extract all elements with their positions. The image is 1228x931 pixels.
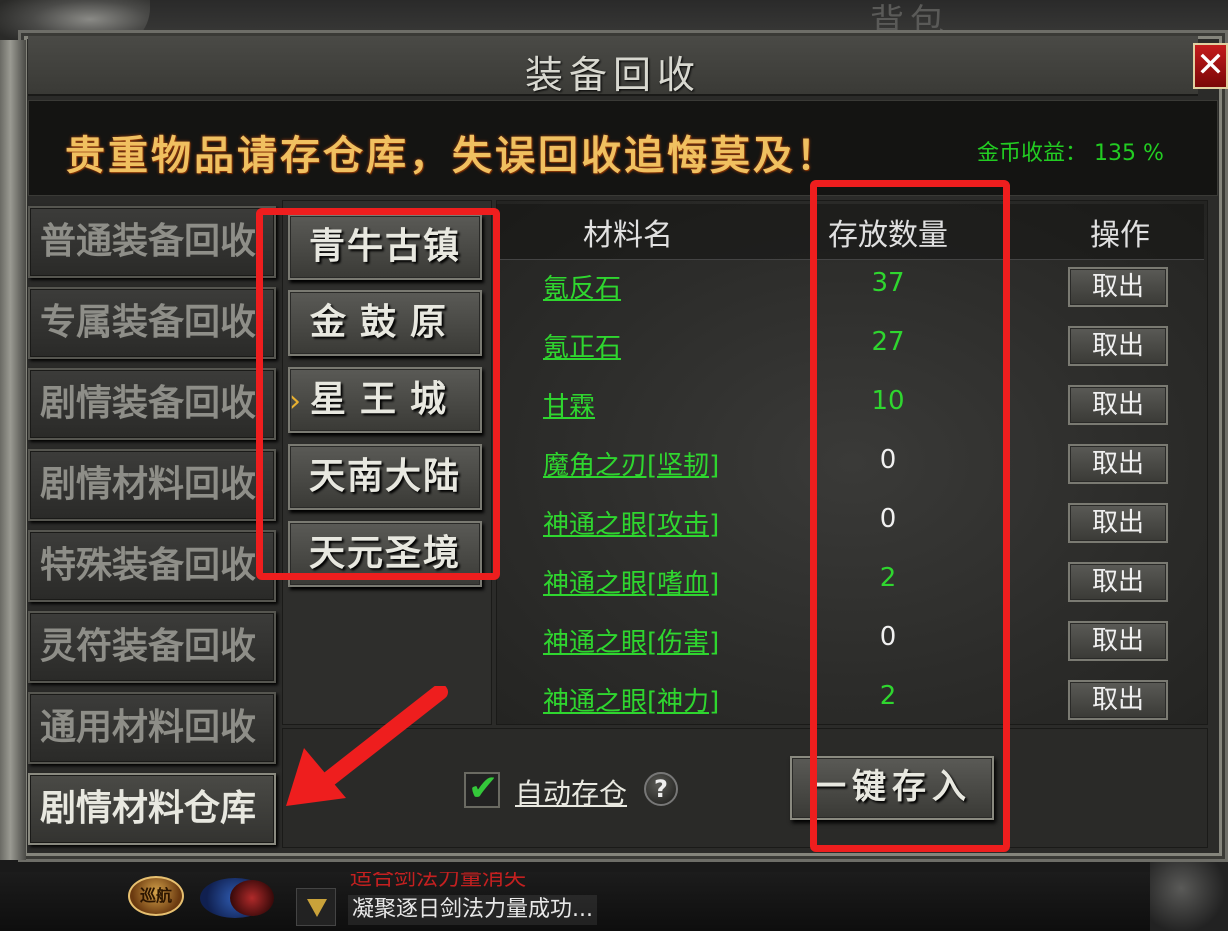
help-icon[interactable]: ? <box>644 772 678 806</box>
corner-ornament-icon <box>1150 860 1228 931</box>
material-name[interactable]: 魔角之刃[坚韧] <box>543 445 719 482</box>
health-orb-icon <box>230 880 274 916</box>
warning-text: 贵重物品请存仓库，失误回收追悔莫及！ <box>65 132 839 179</box>
take-out-button[interactable]: 取出 <box>1068 562 1168 602</box>
warning-banner: 贵重物品请存仓库，失误回收追悔莫及！ 金币收益： 135 % <box>28 100 1218 196</box>
category-tab-special-equipment[interactable]: 特殊装备回收 <box>28 530 276 602</box>
category-tab-story-material-warehouse[interactable]: 剧情材料仓库 <box>28 773 276 845</box>
auto-store-label[interactable]: 自动存仓 <box>515 772 627 812</box>
gold-income-label: 金币收益： 135 % <box>977 141 1164 166</box>
material-name[interactable]: 氪反石 <box>543 268 621 305</box>
material-name[interactable]: 神通之眼[神力] <box>543 681 719 718</box>
chat-message-previous: 适合剑法力量消失 <box>350 872 527 891</box>
material-name[interactable]: 神通之眼[嗜血] <box>543 563 719 600</box>
chat-message: 凝聚逐日剑法力量成功... <box>348 895 597 925</box>
category-tab-normal-equipment[interactable]: 普通装备回收 <box>28 206 276 278</box>
window-side-frame <box>0 40 26 860</box>
auto-cruise-button[interactable]: 巡航 <box>128 876 184 916</box>
take-out-button[interactable]: 取出 <box>1068 385 1168 425</box>
background-bottom-strip <box>0 872 1228 931</box>
category-tab-common-material[interactable]: 通用材料回收 <box>28 692 276 764</box>
checkmark-icon: ✔ <box>468 768 499 809</box>
auto-store-checkbox[interactable]: ✔ <box>464 768 500 809</box>
category-tab-talisman-equipment[interactable]: 灵符装备回收 <box>28 611 276 683</box>
material-name[interactable]: 神通之眼[伤害] <box>543 622 719 659</box>
category-tab-story-material[interactable]: 剧情材料回收 <box>28 449 276 521</box>
annotation-arrow-icon <box>286 686 448 806</box>
category-tab-story-equipment[interactable]: 剧情装备回收 <box>28 368 276 440</box>
take-out-button[interactable]: 取出 <box>1068 326 1168 366</box>
close-button[interactable]: ✕ <box>1193 43 1228 89</box>
take-out-button[interactable]: 取出 <box>1068 621 1168 661</box>
header-material-name: 材料名 <box>583 218 673 253</box>
take-out-button[interactable]: 取出 <box>1068 680 1168 720</box>
annotation-quantity-highlight <box>810 180 1010 852</box>
material-name[interactable]: 神通之眼[攻击] <box>543 504 719 541</box>
window-title: 装备回收 <box>524 53 701 97</box>
category-tab-exclusive-equipment[interactable]: 专属装备回收 <box>28 287 276 359</box>
chat-toggle-icon[interactable] <box>296 888 336 926</box>
material-name[interactable]: 氪正石 <box>543 327 621 364</box>
window-titlebar[interactable]: 装备回收 <box>28 36 1198 97</box>
annotation-region-highlight <box>256 208 500 580</box>
take-out-button[interactable]: 取出 <box>1068 444 1168 484</box>
take-out-button[interactable]: 取出 <box>1068 503 1168 543</box>
take-out-button[interactable]: 取出 <box>1068 267 1168 307</box>
header-action: 操作 <box>1090 218 1150 253</box>
material-name[interactable]: 甘霖 <box>543 386 595 423</box>
